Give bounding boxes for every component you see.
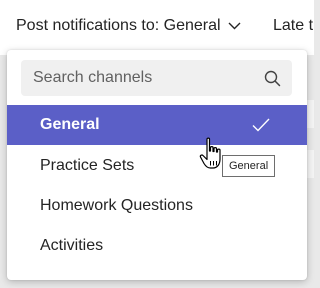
channel-item-activities[interactable]: Activities — [7, 226, 307, 266]
chevron-down-icon — [228, 22, 241, 30]
next-setting-label[interactable]: Late t — [273, 17, 313, 35]
top-bar: Post notifications to: General Late t — [0, 0, 314, 55]
post-notifications-dropdown[interactable]: Post notifications to: General — [16, 17, 241, 35]
tooltip: General — [222, 155, 276, 177]
channel-label: Homework Questions — [40, 197, 193, 214]
channel-item-homework-questions[interactable]: Homework Questions — [7, 186, 307, 226]
channel-label: Practice Sets — [40, 157, 135, 174]
search-channels-input[interactable] — [21, 60, 263, 96]
checkmark-icon — [252, 118, 270, 132]
search-box — [21, 60, 292, 96]
channel-item-general[interactable]: General — [7, 105, 307, 145]
search-icon[interactable] — [264, 70, 281, 87]
post-notifications-label: Post notifications to: General — [16, 17, 221, 34]
channel-label: Activities — [40, 237, 104, 254]
hand-pointer-icon — [199, 137, 221, 169]
channel-label: General — [40, 116, 100, 133]
